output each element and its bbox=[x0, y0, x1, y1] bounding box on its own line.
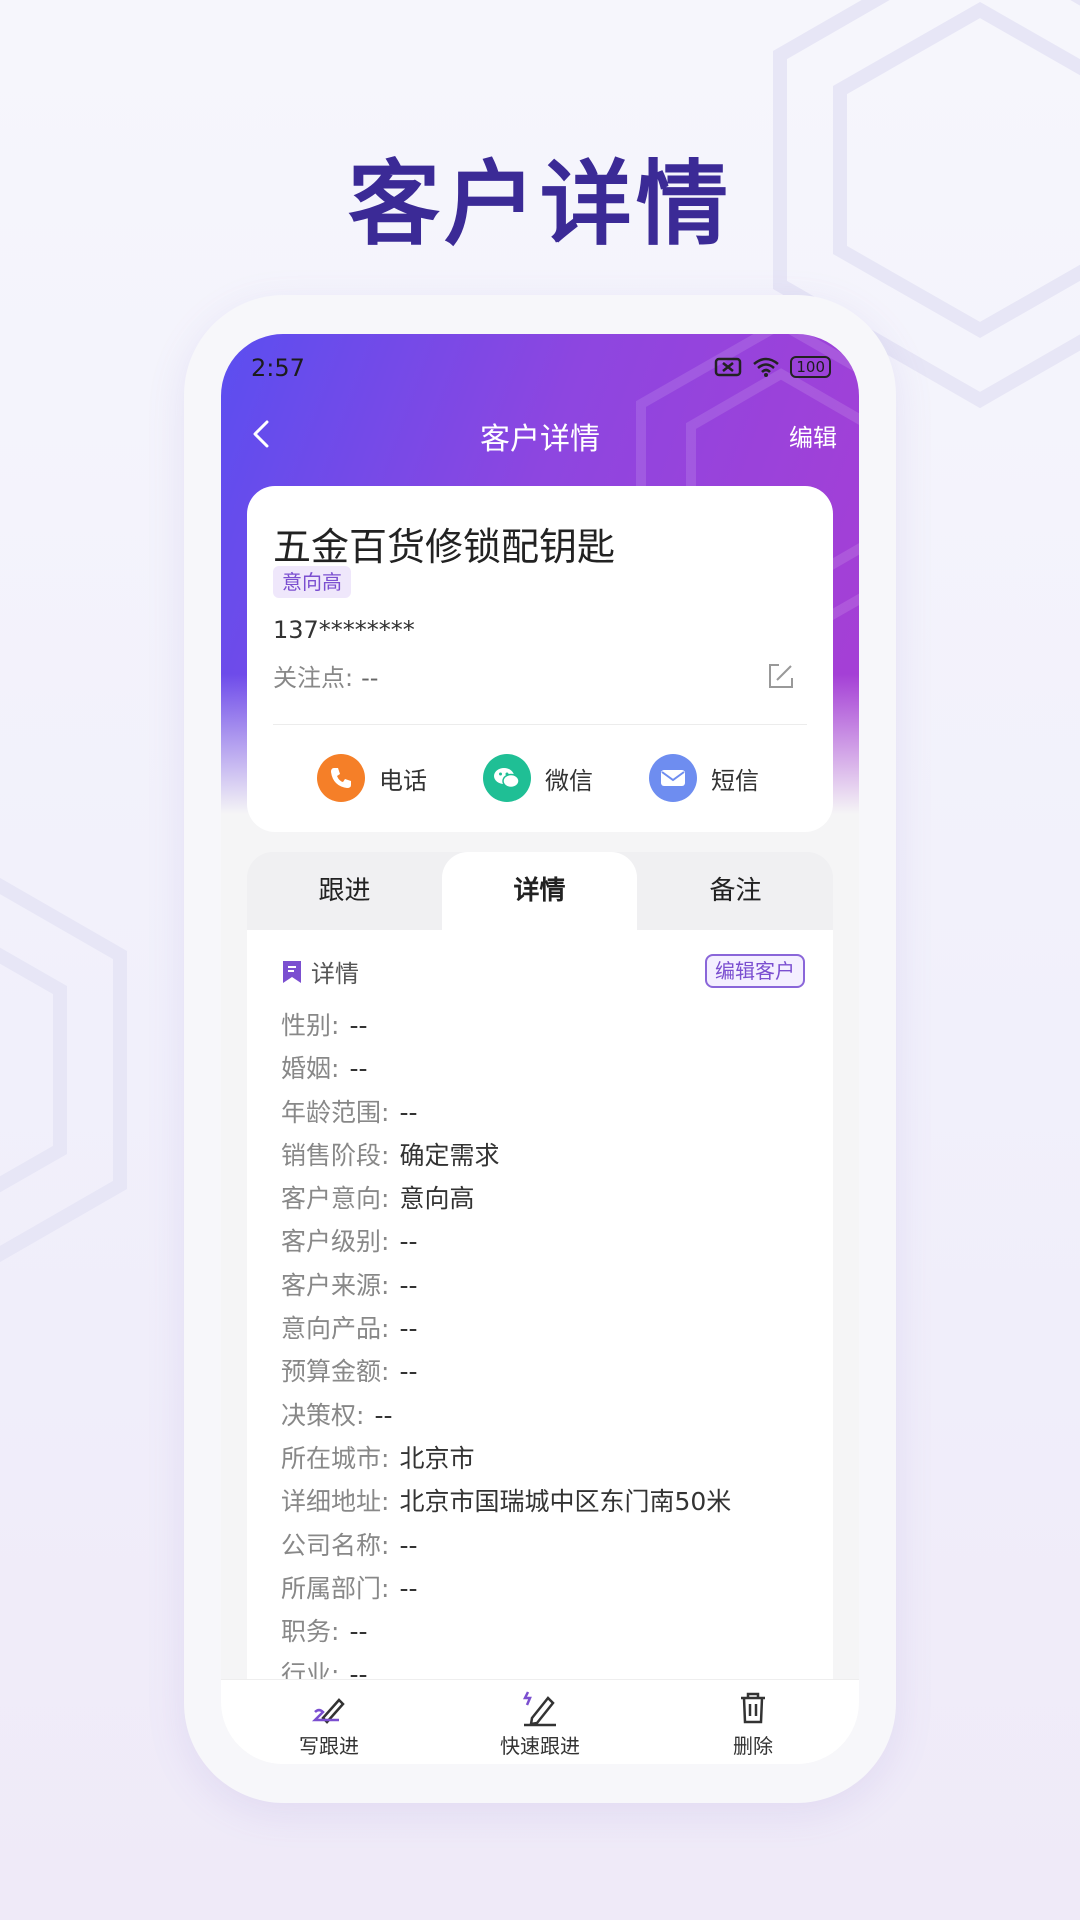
tab-notes[interactable]: 备注 bbox=[638, 852, 833, 930]
field-label: 年龄范围: bbox=[281, 1097, 390, 1127]
call-button[interactable]: 电话 bbox=[317, 748, 427, 808]
field-label: 客户意向: bbox=[281, 1184, 390, 1214]
detail-field-row: 意向产品: -- bbox=[281, 1307, 821, 1350]
status-icons: 100 bbox=[714, 356, 831, 378]
field-value: -- bbox=[399, 1097, 418, 1127]
sms-button[interactable]: 短信 bbox=[649, 748, 759, 808]
nav-bar: 客户详情 编辑 bbox=[221, 404, 859, 464]
phone-icon bbox=[317, 754, 365, 802]
field-value: 确定需求 bbox=[399, 1140, 500, 1170]
quick-followup-label: 快速跟进 bbox=[500, 1734, 580, 1758]
tab-followup[interactable]: 跟进 bbox=[247, 852, 442, 930]
field-list: 性别: -- 婚姻: -- 年龄范围: -- 销售阶段: 确定需求 客户意向: 意向高 客户级别: -… bbox=[281, 1004, 821, 1697]
field-label: 所在城市: bbox=[281, 1443, 390, 1473]
field-value: 北京市 bbox=[399, 1443, 475, 1473]
focus-label: 关注点: bbox=[273, 664, 354, 692]
edit-customer-button[interactable]: 编辑客户 bbox=[705, 954, 805, 988]
detail-field-row: 年龄范围: -- bbox=[281, 1091, 821, 1134]
delete-label: 删除 bbox=[733, 1734, 773, 1758]
detail-field-row: 所在城市: 北京市 bbox=[281, 1437, 821, 1480]
field-value: -- bbox=[374, 1400, 393, 1430]
field-label: 预算金额: bbox=[281, 1357, 390, 1387]
write-followup-icon bbox=[311, 1698, 345, 1724]
field-label: 决策权: bbox=[281, 1400, 365, 1430]
promo-title: 客户详情 bbox=[347, 151, 732, 258]
field-value: -- bbox=[349, 1054, 368, 1084]
field-value: 意向高 bbox=[399, 1184, 475, 1214]
sms-label: 短信 bbox=[711, 766, 759, 795]
edit-note-icon[interactable] bbox=[767, 662, 795, 690]
quick-followup-button[interactable]: 快速跟进 bbox=[470, 1688, 610, 1759]
contact-actions: 电话 微信 短信 bbox=[247, 748, 833, 808]
phone-number: 137******** bbox=[273, 616, 415, 644]
edit-button[interactable]: 编辑 bbox=[789, 418, 837, 453]
bookmark-icon bbox=[283, 960, 301, 983]
focus-point: 关注点: -- bbox=[273, 658, 378, 693]
customer-info-card: 五金百货修锁配钥匙 意向高 137******** 关注点:-- 电话 微信 bbox=[247, 486, 833, 832]
detail-field-row: 客户意向: 意向高 bbox=[281, 1177, 821, 1220]
field-label: 公司名称: bbox=[281, 1530, 390, 1560]
detail-field-row: 婚姻: -- bbox=[281, 1047, 821, 1090]
field-label: 所属部门: bbox=[281, 1573, 390, 1603]
status-time: 2:57 bbox=[251, 354, 305, 382]
phone-screen: 2:57 100 客户详情 编辑 五金百货修锁配钥匙 意向高 137******… bbox=[221, 334, 859, 1764]
quick-followup-icon bbox=[522, 1691, 556, 1727]
customer-name: 五金百货修锁配钥匙 bbox=[273, 525, 616, 569]
delete-button[interactable]: 删除 bbox=[683, 1688, 823, 1759]
card-divider bbox=[273, 724, 807, 725]
wechat-icon bbox=[483, 754, 531, 802]
field-value: -- bbox=[399, 1530, 418, 1560]
detail-field-row: 职务: -- bbox=[281, 1610, 821, 1653]
field-value: -- bbox=[399, 1227, 418, 1257]
status-bar: 2:57 100 bbox=[251, 344, 831, 384]
nav-title: 客户详情 bbox=[480, 422, 600, 457]
trash-icon bbox=[741, 1692, 765, 1724]
bottom-action-bar: 写跟进 快速跟进 删除 bbox=[221, 1679, 859, 1764]
call-label: 电话 bbox=[379, 766, 427, 795]
detail-field-row: 客户级别: -- bbox=[281, 1220, 821, 1263]
field-value: -- bbox=[399, 1573, 418, 1603]
field-value: -- bbox=[399, 1314, 418, 1344]
detail-field-row: 预算金额: -- bbox=[281, 1350, 821, 1393]
detail-tabs: 跟进 详情 备注 bbox=[247, 852, 833, 930]
section-header: 详情 bbox=[281, 954, 359, 989]
detail-field-row: 决策权: -- bbox=[281, 1394, 821, 1437]
field-value: -- bbox=[399, 1270, 418, 1300]
tab-details[interactable]: 详情 bbox=[442, 852, 637, 930]
battery-icon: 100 bbox=[790, 356, 831, 378]
detail-field-row: 详细地址: 北京市国瑞城中区东门南50米 bbox=[281, 1480, 821, 1523]
intent-tag: 意向高 bbox=[273, 566, 351, 598]
wechat-label: 微信 bbox=[545, 766, 593, 795]
detail-field-row: 销售阶段: 确定需求 bbox=[281, 1134, 821, 1177]
write-followup-label: 写跟进 bbox=[299, 1734, 359, 1758]
field-value: -- bbox=[349, 1011, 368, 1040]
field-label: 客户来源: bbox=[281, 1270, 390, 1300]
field-label: 客户级别: bbox=[281, 1227, 390, 1257]
detail-field-row: 所属部门: -- bbox=[281, 1567, 821, 1610]
field-value: -- bbox=[349, 1617, 368, 1647]
field-label: 销售阶段: bbox=[281, 1140, 390, 1170]
detail-field-row: 客户来源: -- bbox=[281, 1264, 821, 1307]
field-label: 性别: bbox=[281, 1011, 340, 1040]
field-label: 职务: bbox=[281, 1617, 340, 1647]
section-title: 详情 bbox=[311, 960, 359, 988]
field-label: 意向产品: bbox=[281, 1314, 390, 1344]
sim-icon bbox=[715, 357, 742, 377]
field-label: 婚姻: bbox=[281, 1054, 340, 1084]
detail-field-row: 性别: -- bbox=[281, 1004, 821, 1047]
wifi-icon bbox=[753, 357, 780, 377]
field-value: 北京市国瑞城中区东门南50米 bbox=[399, 1487, 732, 1517]
field-label: 详细地址: bbox=[281, 1487, 390, 1517]
focus-value: -- bbox=[361, 664, 379, 692]
detail-field-row: 公司名称: -- bbox=[281, 1524, 821, 1567]
sms-icon bbox=[649, 754, 697, 802]
detail-panel: 详情 编辑客户 性别: -- 婚姻: -- 年龄范围: -- 销售阶段: 确定需求 客户意向: 意… bbox=[247, 930, 833, 1764]
wechat-button[interactable]: 微信 bbox=[483, 748, 593, 808]
write-followup-button[interactable]: 写跟进 bbox=[259, 1688, 399, 1759]
field-value: -- bbox=[399, 1357, 418, 1387]
